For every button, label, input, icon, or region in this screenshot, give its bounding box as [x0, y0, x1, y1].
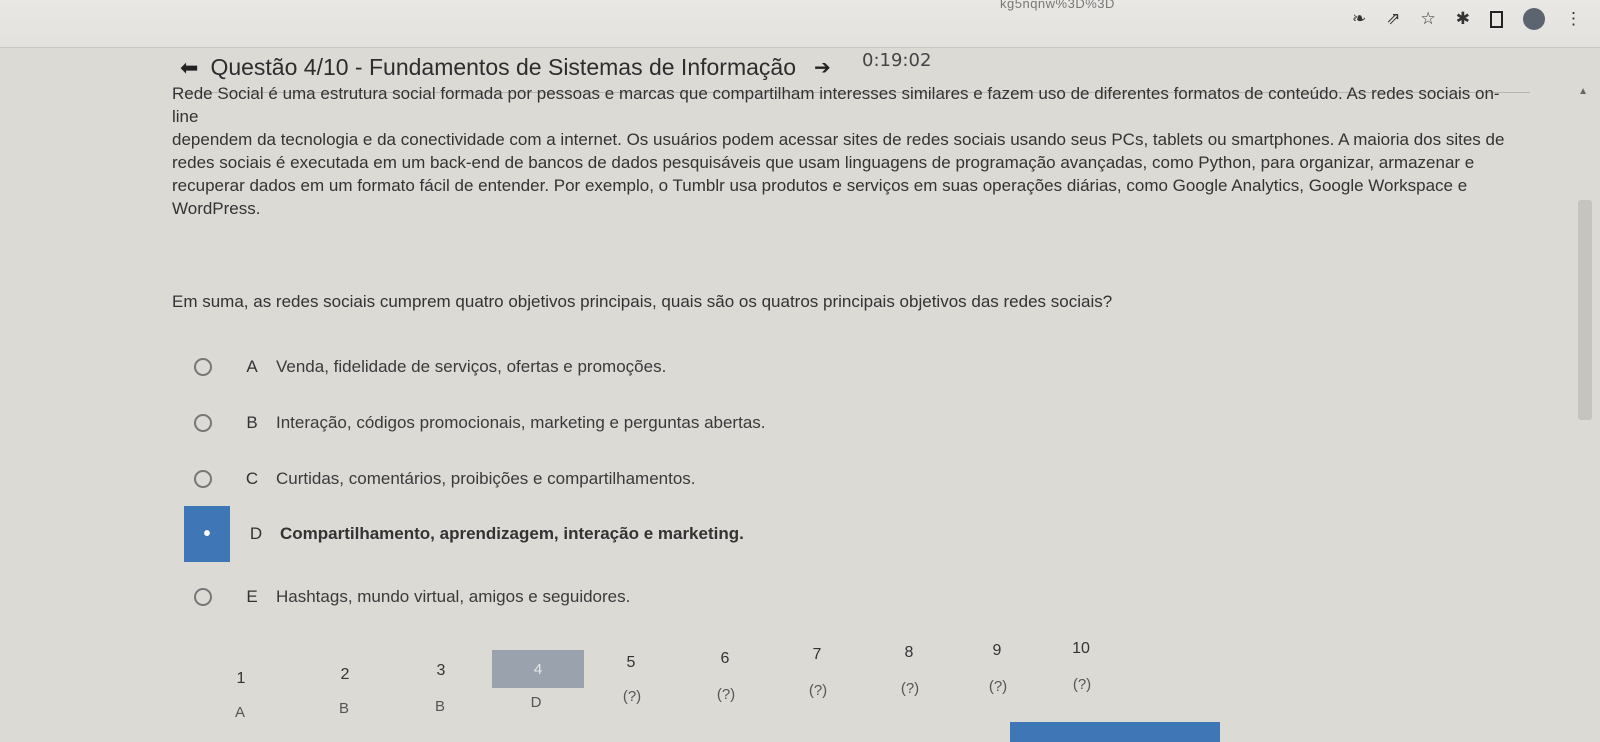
nav-answer: (?) [716, 686, 736, 703]
option-letter: A [246, 357, 258, 376]
question-passage: Rede Social é uma estrutura social forma… [172, 82, 1512, 220]
nav-answer: B [434, 698, 445, 715]
option-c[interactable]: C Curtidas, comentários, proibições e co… [188, 455, 988, 503]
scroll-up-icon[interactable]: ▲ [1578, 86, 1588, 97]
extension-icon[interactable]: ✱ [1456, 9, 1470, 29]
nav-question-9[interactable]: 9 [982, 642, 1012, 660]
nav-question-1[interactable]: 1 [226, 670, 256, 688]
radio-button[interactable] [194, 588, 212, 606]
nav-question-3[interactable]: 3 [426, 662, 456, 680]
previous-question-icon[interactable]: ⬅ [180, 55, 198, 81]
option-text: Interação, códigos promocionais, marketi… [276, 413, 766, 432]
share-icon[interactable]: ⇗ [1386, 9, 1400, 29]
menu-icon[interactable]: ⋮ [1565, 9, 1582, 29]
page-title: Questão 4/10 - Fundamentos de Sistemas d… [210, 54, 796, 80]
nav-answer: B [338, 700, 349, 717]
passage-line: dependem da tecnologia e da conectividad… [172, 130, 1505, 149]
option-letter: C [245, 469, 259, 488]
nav-answer: (?) [988, 678, 1008, 695]
option-b[interactable]: B Interação, códigos promocionais, marke… [188, 399, 988, 447]
nav-question-10[interactable]: 10 [1066, 640, 1096, 658]
question-navigation: 1 2 3 4 5 6 7 8 9 10 A B B D (?) (?) (?)… [210, 640, 1110, 737]
question-prompt: Em suma, as redes sociais cumprem quatro… [172, 292, 1113, 311]
radio-button[interactable] [194, 470, 212, 488]
passage-line: recuperar dados em um formato fácil de e… [172, 176, 1468, 195]
option-text: Compartilhamento, aprendizagem, interaçã… [280, 524, 744, 543]
sidebar-icon[interactable] [1490, 10, 1503, 28]
nav-answer: D [530, 694, 542, 711]
radio-button[interactable] [194, 358, 212, 376]
key-icon[interactable]: ❧ [1352, 9, 1366, 29]
passage-line: WordPress. [172, 199, 261, 218]
passage-line: Rede Social é uma estrutura social forma… [172, 84, 1500, 126]
question-header: ⬅ Questão 4/10 - Fundamentos de Sistemas… [180, 54, 831, 81]
next-question-icon[interactable]: ➔ [814, 55, 831, 80]
option-letter: E [246, 587, 258, 606]
nav-answer: A [234, 704, 245, 721]
nav-answer: (?) [900, 680, 920, 697]
nav-answer: (?) [1072, 676, 1092, 693]
scrollbar-thumb[interactable] [1578, 200, 1592, 420]
radio-button[interactable] [194, 414, 212, 432]
option-e[interactable]: E Hashtags, mundo virtual, amigos e segu… [188, 573, 988, 621]
url-fragment[interactable]: kg5nqnw%3D%3D [1000, 0, 1115, 11]
browser-toolbar: kg5nqnw%3D%3D ❧ ⇗ ☆ ✱ ⋮ [0, 0, 1600, 48]
browser-icons: ❧ ⇗ ☆ ✱ ⋮ [1352, 8, 1582, 30]
nav-question-6[interactable]: 6 [710, 650, 740, 668]
nav-question-7[interactable]: 7 [802, 646, 832, 664]
passage-line: redes sociais é executada em um back-end… [172, 153, 1475, 172]
nav-question-2[interactable]: 2 [330, 666, 360, 684]
nav-question-8[interactable]: 8 [894, 644, 924, 662]
nav-question-4-current[interactable]: 4 [492, 650, 584, 688]
star-icon[interactable]: ☆ [1421, 9, 1436, 29]
option-text: Hashtags, mundo virtual, amigos e seguid… [276, 587, 631, 606]
option-letter: B [246, 413, 258, 432]
option-letter: D [249, 524, 263, 543]
selected-radio-button[interactable]: • [184, 506, 230, 562]
nav-question-5[interactable]: 5 [616, 654, 646, 672]
nav-answer: (?) [622, 688, 642, 705]
nav-answer: (?) [808, 682, 828, 699]
option-a[interactable]: A Venda, fidelidade de serviços, ofertas… [188, 343, 988, 391]
option-text: Curtidas, comentários, proibições e comp… [276, 469, 696, 488]
option-d[interactable]: • D Compartilhamento, aprendizagem, inte… [184, 506, 984, 562]
option-text: Venda, fidelidade de serviços, ofertas e… [276, 357, 667, 376]
avatar[interactable] [1523, 8, 1545, 30]
finish-button[interactable] [1010, 722, 1220, 742]
timer: 0:19:02 [862, 50, 932, 71]
